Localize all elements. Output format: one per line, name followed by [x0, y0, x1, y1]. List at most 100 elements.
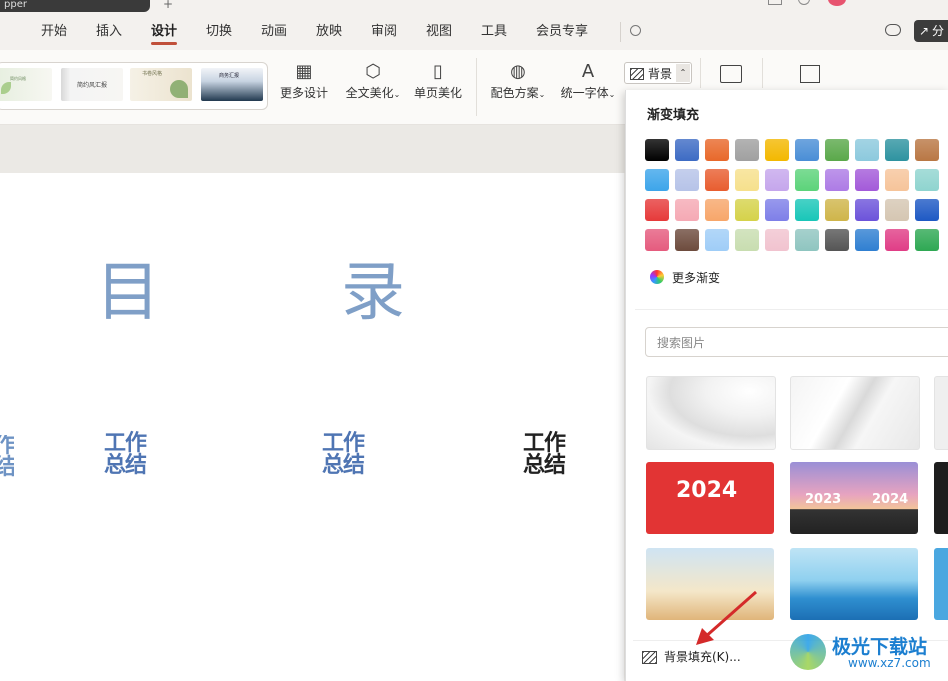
background-image-card[interactable]: 2023 2024 — [790, 462, 918, 534]
gradient-swatch[interactable] — [915, 229, 939, 251]
slide-item[interactable]: 工作 总结 — [322, 433, 365, 477]
gradient-swatch[interactable] — [705, 199, 729, 221]
gradient-swatch[interactable] — [885, 199, 909, 221]
gradient-swatch[interactable] — [705, 139, 729, 161]
slide-item[interactable]: 工作 总结 — [104, 433, 147, 477]
gradient-swatch[interactable] — [855, 139, 879, 161]
gradient-swatch[interactable] — [855, 199, 879, 221]
gradient-swatch[interactable] — [795, 139, 819, 161]
gradient-swatch[interactable] — [735, 229, 759, 251]
background-image-card[interactable] — [934, 462, 948, 534]
template-thumbnail-1[interactable]: 简约风格 — [0, 68, 52, 101]
gradient-swatch[interactable] — [795, 199, 819, 221]
background-image-card[interactable] — [790, 376, 920, 450]
gradient-swatch[interactable] — [885, 229, 909, 251]
background-image-card[interactable] — [646, 376, 776, 450]
gradient-swatch[interactable] — [915, 199, 939, 221]
more-gradients-button[interactable]: 更多渐变 — [648, 268, 720, 288]
gradient-swatch[interactable] — [735, 169, 759, 191]
slide-size-icon[interactable] — [800, 65, 820, 83]
gradient-swatch[interactable] — [825, 229, 849, 251]
tab-animation[interactable]: 动画 — [261, 20, 287, 44]
gradient-swatch[interactable] — [645, 199, 669, 221]
menu-divider — [620, 22, 621, 42]
gradient-swatch[interactable] — [795, 229, 819, 251]
gradient-swatch[interactable] — [885, 139, 909, 161]
template-thumbnail-2[interactable]: 简约风汇报 — [61, 68, 123, 101]
tab-insert[interactable]: 插入 — [96, 20, 122, 44]
gradient-swatch[interactable] — [825, 169, 849, 191]
share-button[interactable]: ↗ 分 — [914, 20, 948, 42]
watermark-url: www.xz7.com — [848, 656, 931, 670]
tab-member[interactable]: 会员专享 — [536, 20, 588, 44]
watermark-name: 极光下载站 — [832, 636, 928, 658]
tab-slideshow[interactable]: 放映 — [316, 20, 342, 44]
gradient-swatch[interactable] — [855, 229, 879, 251]
background-button[interactable]: 背景 ⌃ — [624, 62, 692, 84]
gradient-swatch[interactable] — [765, 169, 789, 191]
gradient-swatch[interactable] — [825, 199, 849, 221]
color-wheel-icon — [650, 270, 664, 284]
image-year-text: 2024 — [872, 492, 909, 507]
chevron-up-icon[interactable]: ⌃ — [676, 64, 690, 82]
page-beautify-button[interactable]: ▯ 单页美化 — [412, 60, 464, 112]
slide-layout-icon[interactable] — [720, 65, 742, 83]
gradient-swatch[interactable] — [825, 139, 849, 161]
template-thumbnail-4[interactable]: 商务汇报 — [201, 68, 263, 101]
document-tab[interactable]: pper — [0, 0, 150, 12]
font-icon: A — [581, 61, 595, 82]
gradient-swatch[interactable] — [645, 169, 669, 191]
gradient-swatch[interactable] — [675, 169, 699, 191]
gradient-swatch[interactable] — [705, 229, 729, 251]
template-thumbnail-3[interactable]: 书卷风格 — [130, 68, 192, 101]
slide-item-cut[interactable]: 作 结 — [0, 435, 14, 479]
tab-design[interactable]: 设计 — [151, 20, 177, 44]
ribbon-divider — [700, 58, 701, 88]
color-scheme-button[interactable]: ◍ 配色方案⌄ — [487, 60, 549, 112]
unify-font-button[interactable]: A 统一字体⌄ — [557, 60, 619, 112]
gradient-swatch[interactable] — [885, 169, 909, 191]
gradient-swatch[interactable] — [915, 169, 939, 191]
background-image-card[interactable] — [934, 376, 948, 450]
image-search-input[interactable]: 搜索图片 — [645, 327, 948, 357]
slide-item[interactable]: 工作 总结 — [523, 433, 566, 477]
gradient-swatch[interactable] — [645, 139, 669, 161]
gradient-swatch[interactable] — [765, 139, 789, 161]
tab-view[interactable]: 视图 — [426, 20, 452, 44]
background-image-card[interactable] — [790, 548, 918, 620]
tab-tools[interactable]: 工具 — [481, 20, 507, 44]
image-year-text: 2024 — [676, 478, 738, 503]
gradient-swatch[interactable] — [765, 199, 789, 221]
gradient-swatch[interactable] — [735, 139, 759, 161]
tab-start[interactable]: 开始 — [41, 20, 67, 44]
gradient-swatch[interactable] — [705, 169, 729, 191]
chevron-down-icon: ⌄ — [393, 90, 401, 99]
background-image-card[interactable]: 2024 — [646, 462, 774, 534]
background-fill-label: 背景填充(K)... — [664, 650, 741, 664]
gradient-swatch[interactable] — [735, 199, 759, 221]
gradient-swatch[interactable] — [645, 229, 669, 251]
tab-transition[interactable]: 切换 — [206, 20, 232, 44]
more-design-button[interactable]: ▦ 更多设计 — [278, 60, 330, 112]
slide-canvas[interactable]: 目 录 作 结 工作 总结 工作 总结 工作 总结 — [0, 173, 624, 681]
slide-title-char[interactable]: 录 — [341, 241, 405, 333]
tab-review[interactable]: 审阅 — [371, 20, 397, 44]
gradient-swatch[interactable] — [795, 169, 819, 191]
window-icon[interactable] — [768, 0, 782, 5]
document-tab-label: pper — [4, 0, 27, 10]
ribbon-divider — [476, 58, 477, 116]
gradient-swatch[interactable] — [675, 139, 699, 161]
new-tab-icon[interactable]: + — [163, 0, 173, 11]
background-label: 背景 — [648, 67, 673, 81]
cloud-icon[interactable] — [885, 24, 901, 36]
leaf-decoration-icon — [1, 82, 11, 94]
gradient-swatch[interactable] — [675, 199, 699, 221]
slide-title-char[interactable]: 目 — [96, 241, 160, 333]
background-image-card[interactable] — [934, 548, 948, 620]
search-icon[interactable] — [630, 25, 641, 36]
gradient-swatch[interactable] — [675, 229, 699, 251]
full-beautify-button[interactable]: ⬡ 全文美化⌄ — [342, 60, 404, 112]
gradient-swatch[interactable] — [855, 169, 879, 191]
gradient-swatch[interactable] — [915, 139, 939, 161]
gradient-swatch[interactable] — [765, 229, 789, 251]
